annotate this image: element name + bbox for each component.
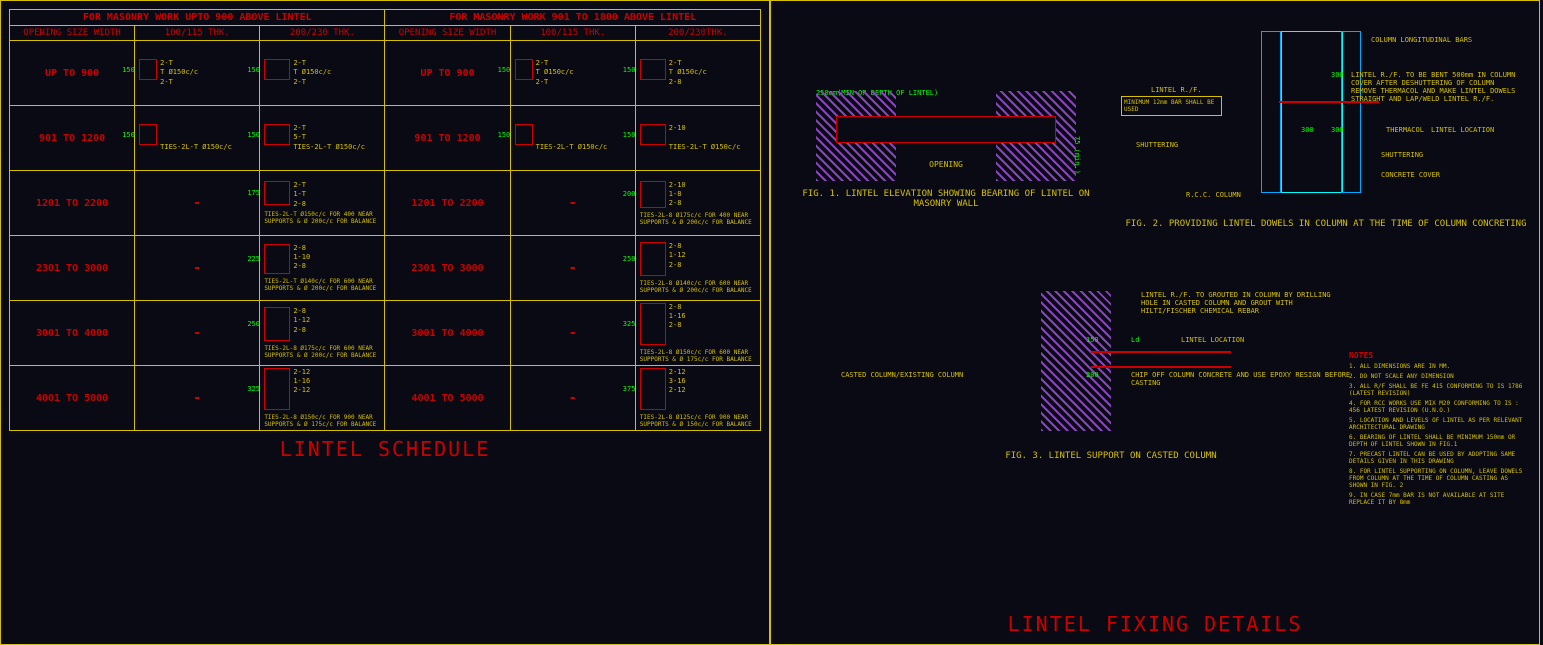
col-thk1-l: 100/115 THK.: [135, 26, 260, 41]
row-label: 1201 TO 2200: [385, 171, 510, 236]
row-label: 2301 TO 3000: [10, 236, 135, 301]
notes-title: NOTES: [1349, 351, 1529, 360]
diag-cell: -: [510, 366, 635, 431]
note-item: 2. DO NOT SCALE ANY DIMENSION: [1349, 373, 1529, 380]
fig1-opening: OPENING: [898, 160, 994, 169]
diag-cell: 1502-TT Ø150c/c2-T: [135, 41, 260, 106]
row-label: 3001 TO 4000: [385, 301, 510, 366]
diag-cell: 3252-81-162-8TIES-2L-8 Ø150c/c FOR 600 N…: [635, 301, 760, 366]
fig2-lintelloc: LINTEL LOCATION: [1431, 126, 1494, 134]
row-label: 2301 TO 3000: [385, 236, 510, 301]
diag-cell: -: [135, 236, 260, 301]
fig2-shutter-l: [1261, 31, 1281, 193]
note-item: 9. IN CASE 7mm BAR IS NOT AVAILABLE AT S…: [1349, 492, 1529, 506]
row-label: 1201 TO 2200: [10, 171, 135, 236]
fig3-150: 150: [1086, 336, 1099, 344]
fig1-caption: FIG. 1. LINTEL ELEVATION SHOWING BEARING…: [786, 189, 1106, 209]
fig3-caption: FIG. 3. LINTEL SUPPORT ON CASTED COLUMN: [831, 451, 1391, 461]
note-item: 3. ALL R/F SHALL BE FE 415 CONFORMING TO…: [1349, 383, 1529, 397]
fig1-drawing: OPENING 75 (min.): [816, 91, 1076, 181]
note-item: 1. ALL DIMENSIONS ARE IN MM.: [1349, 363, 1529, 370]
diag-cell: 2502-81-122-8TIES-2L-8 Ø175c/c FOR 600 N…: [260, 301, 385, 366]
diag-cell: 1502-TT Ø150c/c2-T: [510, 41, 635, 106]
title-schedule: LINTEL SCHEDULE: [9, 437, 761, 461]
fig3-rebar2: [1091, 366, 1231, 368]
right-header: FOR MASONRY WORK 901 TO 1800 ABOVE LINTE…: [385, 10, 761, 26]
diag-cell: 1502-10 TIES-2L-T Ø150c/c: [635, 106, 760, 171]
schedule-table: FOR MASONRY WORK UPTO 900 ABOVE LINTEL F…: [9, 9, 761, 431]
drawing-sheet: FOR MASONRY WORK UPTO 900 ABOVE LINTEL F…: [0, 0, 1543, 645]
row-label: 901 TO 1200: [385, 106, 510, 171]
fig2-300b: 300: [1301, 126, 1314, 134]
col-width-r: OPENING SIZE WIDTH: [385, 26, 510, 41]
diag-cell: 150 TIES-2L-T Ø150c/c: [135, 106, 260, 171]
diag-cell: 1502-TT Ø150c/c2-8: [635, 41, 760, 106]
fig2-caption: FIG. 2. PROVIDING LINTEL DOWELS IN COLUM…: [1121, 219, 1531, 229]
row-label: UP TO 900: [385, 41, 510, 106]
row-label: 4001 TO 5000: [385, 366, 510, 431]
diag-cell: -: [510, 171, 635, 236]
fig2-concrete: CONCRETE COVER: [1381, 171, 1440, 179]
diag-cell: 2252-81-102-8TIES-2L-T Ø140c/c FOR 600 N…: [260, 236, 385, 301]
note-item: 8. FOR LINTEL SUPPORTING ON COLUMN, LEAV…: [1349, 468, 1529, 489]
fig2-rcc: R.C.C. COLUMN: [1186, 191, 1241, 199]
fig3-drawing: LINTEL R./F. TO GROUTED IN COLUMN BY DRI…: [911, 291, 1311, 431]
diag-cell: 2502-81-122-8TIES-2L-8 Ø140c/c FOR 600 N…: [635, 236, 760, 301]
fig3-lintelloc: LINTEL LOCATION: [1181, 336, 1244, 344]
row-label: 3001 TO 4000: [10, 301, 135, 366]
fig3-grout: LINTEL R./F. TO GROUTED IN COLUMN BY DRI…: [1141, 291, 1341, 315]
fig1-dim2: 75 (min.): [1073, 136, 1081, 174]
left-header: FOR MASONRY WORK UPTO 900 ABOVE LINTEL: [10, 10, 385, 26]
notes-block: NOTES 1. ALL DIMENSIONS ARE IN MM. 2. DO …: [1349, 351, 1529, 506]
fig3-rebar1: [1091, 351, 1231, 353]
col-thk1-r: 100/115 THK.: [510, 26, 635, 41]
col-thk2-r: 200/230THK.: [635, 26, 760, 41]
row-label: 901 TO 1200: [10, 106, 135, 171]
fig3: LINTEL R./F. TO GROUTED IN COLUMN BY DRI…: [831, 291, 1391, 461]
fig2: COLUMN LONGITUDINAL BARS LINTEL R./F. MI…: [1121, 31, 1531, 229]
diag-cell: -: [135, 171, 260, 236]
diag-cell: 150 TIES-2L-T Ø150c/c: [510, 106, 635, 171]
lintel-schedule-panel: FOR MASONRY WORK UPTO 900 ABOVE LINTEL F…: [0, 0, 770, 645]
fig1-lintel: [836, 116, 1056, 143]
fig2-shutter-r: [1341, 31, 1361, 193]
fig2-longbars: COLUMN LONGITUDINAL BARS: [1371, 36, 1472, 44]
diag-cell: -: [135, 366, 260, 431]
diag-cell: -: [510, 236, 635, 301]
fig3-200: 200: [1086, 371, 1099, 379]
fig3-ld: Ld: [1131, 336, 1139, 344]
diag-cell: 1752-T1-T2-8TIES-2L-T Ø150c/c FOR 400 NE…: [260, 171, 385, 236]
row-label: UP TO 900: [10, 41, 135, 106]
note-item: 6. BEARING OF LINTEL SHALL BE MINIMUM 15…: [1349, 434, 1529, 448]
fig2-bent: LINTEL R./F. TO BE BENT 500mm IN COLUMN …: [1351, 71, 1521, 103]
fig3-column: [1041, 291, 1111, 431]
fig2-300c: 300: [1331, 126, 1344, 134]
fig2-minbox: MINIMUM 12mm BAR SHALL BE USED: [1121, 96, 1222, 116]
diag-cell: 3252-121-162-12TIES-2L-8 Ø150c/c FOR 900…: [260, 366, 385, 431]
fig2-shuttering2: SHUTTERING: [1381, 151, 1423, 159]
fig2-drawing: COLUMN LONGITUDINAL BARS LINTEL R./F. MI…: [1121, 31, 1511, 211]
diag-cell: 1502-TT Ø150c/c2-T: [260, 41, 385, 106]
row-label: 4001 TO 5000: [10, 366, 135, 431]
title-fixing: LINTEL FIXING DETAILS: [771, 612, 1539, 636]
col-width-l: OPENING SIZE WIDTH: [10, 26, 135, 41]
fig1: 250mm(MIN OR DEPTH OF LINTEL) OPENING 75…: [786, 91, 1106, 209]
diag-cell: 1502-T5-TTIES-2L-T Ø150c/c: [260, 106, 385, 171]
fig2-lintelrf: LINTEL R./F.: [1151, 86, 1202, 94]
note-item: 7. PRECAST LINTEL CAN BE USED BY ADOPTIN…: [1349, 451, 1529, 465]
note-item: 5. LOCATION AND LEVELS OF LINTEL AS PER …: [1349, 417, 1529, 431]
fig3-chip: CHIP OFF COLUMN CONCRETE AND USE EPOXY R…: [1131, 371, 1351, 387]
diag-cell: 3752-123-162-12TIES-2L-8 Ø125c/c FOR 900…: [635, 366, 760, 431]
fig2-300a: 300: [1331, 71, 1344, 79]
fig2-thermacol: THERMACOL: [1386, 126, 1424, 134]
fig3-casted: CASTED COLUMN/EXISTING COLUMN: [841, 371, 963, 379]
diag-cell: -: [510, 301, 635, 366]
fig2-column: [1281, 31, 1343, 193]
col-thk2-l: 200/230 THK.: [260, 26, 385, 41]
fixing-details-panel: 250mm(MIN OR DEPTH OF LINTEL) OPENING 75…: [770, 0, 1540, 645]
note-item: 4. FOR RCC WORKS USE MIX M20 CONFORMING …: [1349, 400, 1529, 414]
diag-cell: -: [135, 301, 260, 366]
diag-cell: 2002-101-82-8TIES-2L-8 Ø175c/c FOR 400 N…: [635, 171, 760, 236]
fig2-shuttering: SHUTTERING: [1136, 141, 1178, 149]
